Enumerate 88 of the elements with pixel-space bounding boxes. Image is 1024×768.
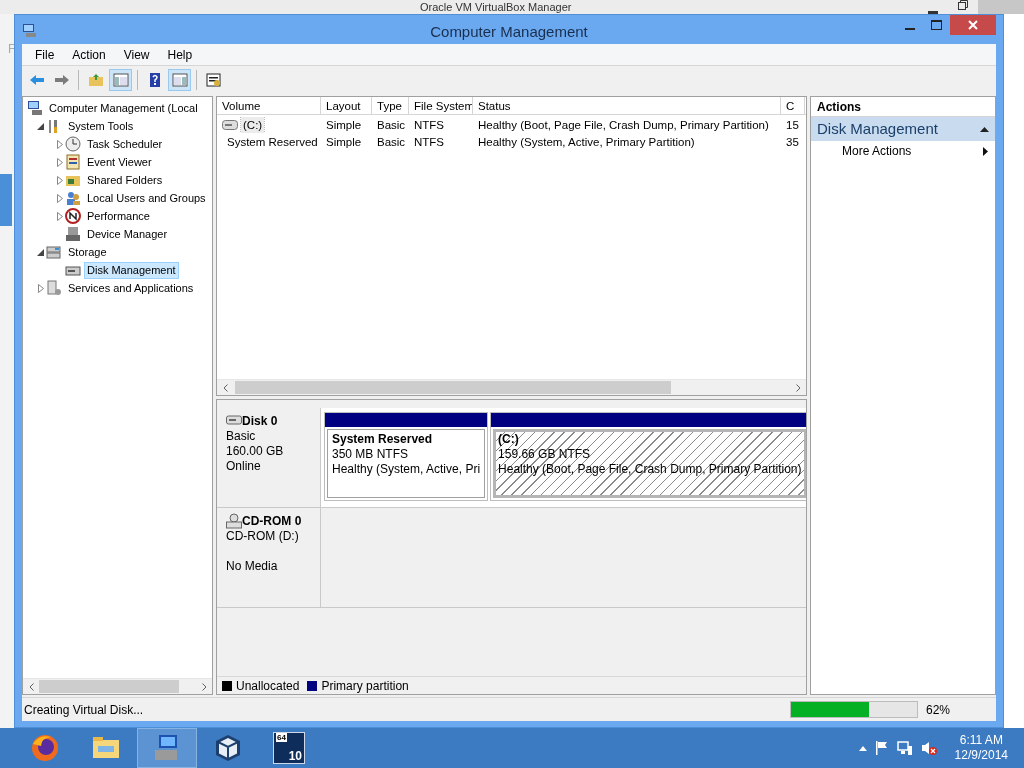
- column-header[interactable]: Volume: [217, 97, 321, 114]
- tree-item[interactable]: Disk Management: [84, 261, 179, 279]
- table-cell-text: 15: [785, 117, 800, 133]
- column-header[interactable]: Type: [372, 97, 409, 114]
- tree-item[interactable]: Event Viewer: [84, 153, 155, 171]
- tree-item[interactable]: Computer Management (Local: [46, 99, 201, 117]
- table-cell-text: Basic: [376, 134, 407, 150]
- panel-icon: [171, 72, 188, 88]
- horizontal-scrollbar[interactable]: [23, 678, 212, 694]
- performance-icon: [65, 208, 81, 224]
- action-item[interactable]: More Actions: [811, 141, 995, 161]
- log-icon: [65, 154, 81, 170]
- cd-drive-icon: [226, 513, 242, 529]
- tree-item[interactable]: Device Manager: [84, 225, 171, 243]
- services-icon: [46, 280, 62, 296]
- clock-icon: [65, 136, 81, 152]
- tree-item[interactable]: Services and Applications: [65, 279, 197, 297]
- table-cell-text: 35: [785, 134, 800, 150]
- properties-icon: [205, 72, 222, 88]
- scroll-left-icon[interactable]: [222, 384, 228, 393]
- network-icon: [896, 740, 913, 756]
- disk-name: Disk 0: [242, 413, 278, 429]
- column-header[interactable]: Status: [473, 97, 781, 114]
- panel-icon: [112, 72, 129, 88]
- scroll-left-icon[interactable]: [28, 683, 34, 692]
- partition[interactable]: (C:) 159.66 GB NTFS Healthy (Boot, Page File, Crash Dump, Primary Partition): [493, 429, 806, 498]
- table-cell-text: NTFS: [413, 117, 446, 133]
- storage-icon: [46, 244, 62, 260]
- legend-label: Unallocated: [236, 677, 300, 695]
- scroll-right-icon[interactable]: [201, 683, 207, 692]
- close-icon: [968, 20, 978, 30]
- table-cell-text: Basic: [376, 117, 407, 133]
- legend-label: Primary partition: [321, 677, 409, 695]
- tree-item[interactable]: Performance: [84, 207, 153, 225]
- submenu-arrow-icon: [983, 146, 988, 156]
- window-title: Oracle VM VirtualBox Manager: [420, 1, 572, 13]
- panel-button[interactable]: [109, 69, 132, 91]
- disk-info: No Media: [226, 559, 279, 574]
- disk-info: Online: [226, 459, 262, 474]
- window-title: Computer Management: [429, 22, 589, 42]
- tree-item[interactable]: Shared Folders: [84, 171, 166, 189]
- table-cell-text: Healthy (System, Active, Primary Partition): [477, 134, 696, 150]
- partition[interactable]: System Reserved 350 MB NTFS Healthy (System, Active, Pri: [327, 429, 486, 498]
- horizontal-scrollbar[interactable]: [217, 379, 806, 395]
- disk-info: 160.00 GB: [226, 444, 285, 459]
- computer-icon: [22, 21, 38, 38]
- tree-item[interactable]: Task Scheduler: [84, 135, 166, 153]
- users-icon: [65, 190, 81, 206]
- disk-info: CD-ROM (D:): [226, 529, 300, 544]
- browser-icon: [29, 732, 61, 764]
- disk-info: Basic: [226, 429, 257, 444]
- table-cell[interactable]: System Reserved: [225, 133, 320, 150]
- folder-icon: [87, 72, 104, 88]
- tree-item[interactable]: System Tools: [65, 117, 137, 135]
- flag-icon: [874, 740, 889, 756]
- tree-item[interactable]: Storage: [65, 243, 110, 261]
- disk-name: CD-ROM 0: [242, 513, 302, 529]
- speaker-muted-icon: [920, 740, 937, 756]
- menu-item[interactable]: File: [26, 44, 64, 65]
- table-cell-text: Simple: [325, 134, 363, 150]
- table-cell-text: Healthy (Boot, Page File, Crash Dump, Primary Partition): [477, 117, 770, 133]
- restore-icon[interactable]: [958, 0, 968, 10]
- close-button[interactable]: [950, 15, 996, 35]
- computer-icon: [27, 100, 43, 116]
- status-text: Creating Virtual Disk...: [24, 701, 145, 719]
- back-arrow-icon: [28, 72, 45, 88]
- menu-item[interactable]: View: [114, 44, 159, 65]
- table-cell[interactable]: (C:): [241, 116, 265, 133]
- minimize-icon: [904, 28, 915, 30]
- section-header[interactable]: Disk Management: [811, 117, 995, 141]
- maximize-icon: [931, 20, 942, 30]
- up-arrow-icon: [858, 745, 867, 751]
- drive-icon: [222, 119, 238, 130]
- scroll-thumb[interactable]: [0, 174, 12, 226]
- device-icon: [65, 226, 81, 242]
- scroll-right-icon[interactable]: [795, 384, 801, 393]
- column-header[interactable]: Layout: [321, 97, 372, 114]
- table-cell-text: Simple: [325, 117, 363, 133]
- clock[interactable]: 6:11 AM 12/9/2014: [954, 733, 1008, 763]
- app-icon: 64 10: [273, 732, 305, 764]
- menu-item[interactable]: Help: [158, 44, 202, 65]
- progress-reading: 62%: [926, 701, 952, 719]
- forward-arrow-icon: [53, 72, 70, 88]
- tree-item[interactable]: Local Users and Groups: [84, 189, 209, 207]
- taskbar-button[interactable]: 64 10: [259, 728, 319, 768]
- table-cell-text: NTFS: [413, 134, 446, 150]
- column-header[interactable]: C: [781, 97, 805, 114]
- menu-item[interactable]: Action: [63, 44, 115, 65]
